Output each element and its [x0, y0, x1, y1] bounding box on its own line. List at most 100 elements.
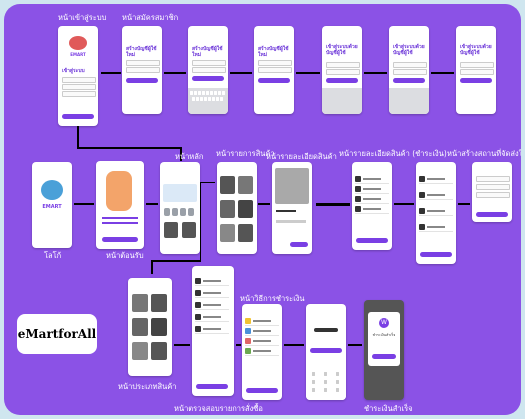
confirm-pin-button[interactable]: [310, 348, 342, 353]
phone-payment-success: W ชำระเงินสำเร็จ: [364, 300, 404, 400]
register-field-e[interactable]: [258, 60, 292, 66]
phone-login-alt-2: เข้าสู่ระบบด้วยบัญชีผู้ใช้: [389, 26, 429, 114]
product-photo: [275, 168, 309, 204]
label-product-detail: หน้ารายละเอียดสินค้า: [266, 152, 337, 161]
order-confirm-button[interactable]: [420, 252, 452, 257]
register-field-d[interactable]: [192, 67, 226, 73]
phone-login: EMART เข้าสู่ระบบ: [58, 26, 98, 126]
login-field-1[interactable]: [62, 77, 96, 83]
phone-order-detail: [416, 162, 456, 264]
add-to-cart-button[interactable]: [290, 242, 308, 247]
label-welcome: หน้าต้อนรับ: [106, 251, 144, 260]
phone-welcome: [96, 161, 144, 249]
done-button[interactable]: [372, 354, 396, 359]
login-alt-button-2[interactable]: [393, 78, 425, 83]
phone-login-alt-3: เข้าสู่ระบบด้วยบัญชีผู้ใช้: [456, 26, 496, 114]
login-alt-title-2: เข้าสู่ระบบด้วยบัญชีผู้ใช้: [393, 44, 425, 56]
login-alt-field-4[interactable]: [393, 69, 427, 75]
arrow-1: [101, 72, 121, 74]
arrow-5: [364, 72, 387, 74]
phone-login-alt-1: เข้าสู่ระบบด้วยบัญชีผู้ใช้: [322, 26, 362, 114]
label-cart-detail: หน้ารายละเอียดสินค้า (ชำระเงิน): [339, 149, 447, 158]
phone-product-detail: [272, 162, 312, 254]
login-alt-button-3[interactable]: [460, 78, 492, 83]
register-title-2: สร้างบัญชีผู้ใช้ใหม่: [192, 46, 223, 58]
logo-text: EMART: [70, 52, 86, 57]
register-title-3: สร้างบัญชีผู้ใช้ใหม่: [258, 46, 289, 58]
arrow-9: [258, 203, 270, 205]
arrow-15: [284, 344, 304, 346]
flow-board: หน้าเข้าสู่ระบบ หน้าสมัครสมาชิก EMART เข…: [4, 4, 521, 415]
register-field-a[interactable]: [126, 60, 160, 66]
phone-payment-method: [242, 304, 282, 400]
login-alt-field-1[interactable]: [326, 62, 360, 68]
phone-splash: EMART: [32, 162, 72, 248]
phone-category: [128, 278, 172, 376]
phone-register-2: สร้างบัญชีผู้ใช้ใหม่: [188, 26, 228, 114]
label-splash: โลโก้: [44, 251, 62, 260]
success-title: ชำระเงินสำเร็จ: [372, 333, 396, 337]
pay-button[interactable]: [246, 388, 278, 393]
keyboard-2: [322, 88, 362, 114]
label-payment-success: ชำระเงินสำเร็จ: [364, 404, 413, 413]
label-login: หน้าเข้าสู่ระบบ: [58, 13, 107, 22]
register-field-b[interactable]: [126, 67, 160, 73]
register-button-3[interactable]: [258, 78, 290, 83]
pin-pad[interactable]: [306, 368, 346, 400]
arrow-10: [316, 203, 350, 206]
phone-main: [160, 162, 200, 254]
splash-logo-text: EMART: [42, 204, 62, 210]
login-alt-title-1: เข้าสู่ระบบด้วยบัญชีผู้ใช้: [326, 44, 358, 56]
register-button-2[interactable]: [192, 76, 224, 81]
brain-logo-icon: [69, 36, 87, 50]
banner: [163, 184, 197, 202]
arrow-down-1: [77, 126, 79, 148]
arrow-7: [74, 203, 94, 205]
register-field-f[interactable]: [258, 67, 292, 73]
arrow-16: [348, 344, 362, 346]
keyboard: [188, 88, 228, 114]
login-alt-button-1[interactable]: [326, 78, 358, 83]
login-button[interactable]: [62, 114, 94, 119]
arrow-4: [296, 72, 320, 74]
login-alt-field-2[interactable]: [326, 69, 360, 75]
login-field-3[interactable]: [62, 91, 96, 97]
phone-register-1: สร้างบัญชีผู้ใช้ใหม่: [122, 26, 162, 114]
label-order-status: หน้าสร้างสถานที่จัดส่งใหม่: [447, 149, 521, 158]
phone-product-list: [217, 162, 257, 254]
label-category: หน้าประเภทสินค้า: [118, 382, 177, 391]
register-field-c[interactable]: [192, 60, 226, 66]
login-title: เข้าสู่ระบบ: [62, 68, 85, 74]
keyboard-3: [389, 88, 429, 114]
arrow-12: [458, 203, 470, 205]
arrow-link-1: [77, 147, 181, 149]
arrow-14: [236, 344, 241, 346]
arrow-6: [431, 72, 454, 74]
arrow-8: [146, 203, 158, 205]
welcome-start-button[interactable]: [102, 237, 138, 242]
register-button-1[interactable]: [126, 78, 158, 83]
phone-pin-pad: [306, 304, 346, 400]
login-alt-title-3: เข้าสู่ระบบด้วยบัญชีผู้ใช้: [460, 44, 492, 56]
arrow-link-2: [200, 182, 215, 183]
phone-register-3: สร้างบัญชีผู้ใช้ใหม่: [254, 26, 294, 114]
arrow-3: [230, 72, 252, 74]
login-alt-field-6[interactable]: [460, 69, 494, 75]
cart-checkout-button[interactable]: [356, 238, 388, 243]
phone-cart: [352, 162, 392, 250]
label-register: หน้าสมัครสมาชิก: [122, 13, 179, 22]
wallet-icon: W: [379, 318, 389, 328]
login-field-2[interactable]: [62, 84, 96, 90]
arrow-13: [174, 344, 190, 346]
save-address-button[interactable]: [476, 212, 508, 217]
brand-logo: eMartforAll: [17, 314, 97, 354]
login-alt-field-3[interactable]: [393, 62, 427, 68]
label-checkout-summary: หน้าตรวจสอบรายการสั่งซื้อ: [174, 404, 263, 413]
register-title-1: สร้างบัญชีผู้ใช้ใหม่: [126, 46, 157, 58]
label-payment-method: หน้าวิธีการชำระเงิน: [240, 294, 305, 303]
shopper-illustration-icon: [106, 171, 132, 211]
place-order-button[interactable]: [196, 384, 228, 389]
login-alt-field-5[interactable]: [460, 62, 494, 68]
arrow-link-3: [200, 182, 201, 260]
arrow-11: [394, 203, 414, 205]
